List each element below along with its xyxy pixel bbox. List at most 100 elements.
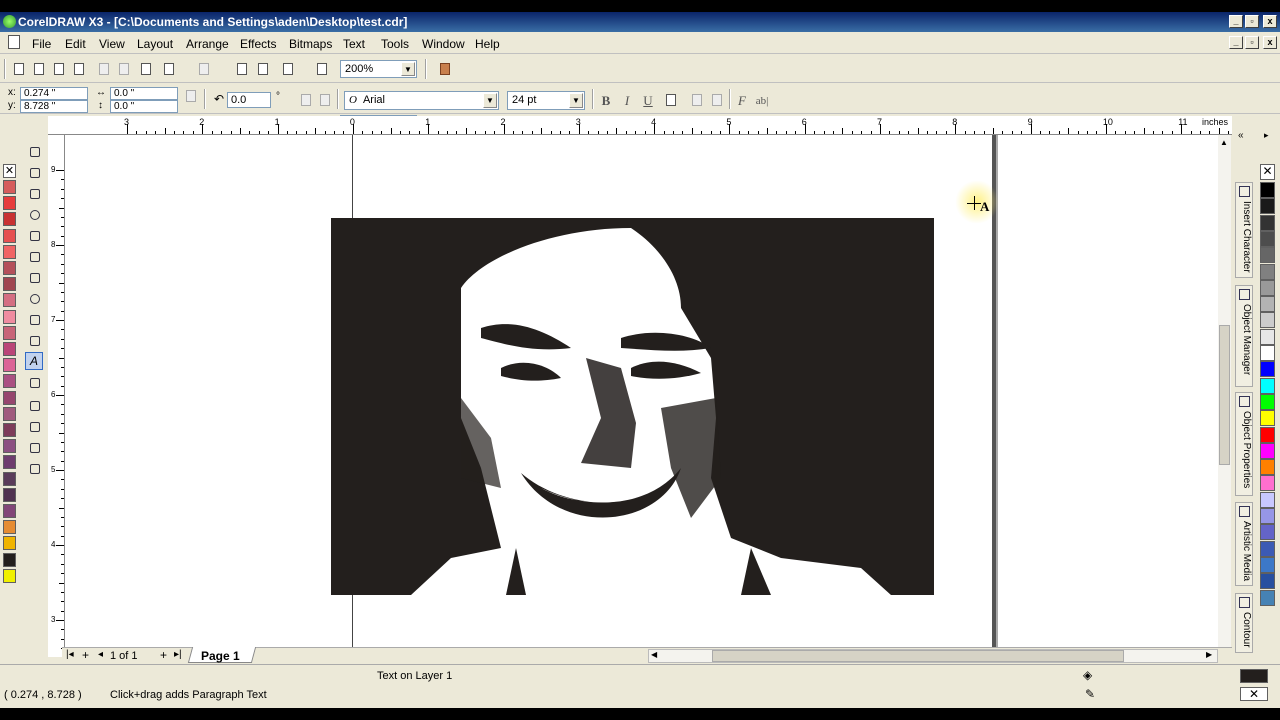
bold-button[interactable]: B (598, 93, 614, 109)
doc-close-button[interactable]: x (1263, 36, 1277, 49)
close-button[interactable]: x (1263, 15, 1277, 28)
mirror-vertical-icon[interactable] (316, 91, 333, 108)
restore-button[interactable]: ▫ (1245, 15, 1259, 28)
menu-layout[interactable]: Layout (137, 37, 173, 51)
menu-arrange[interactable]: Arrange (186, 37, 229, 51)
drawing-canvas[interactable]: A (65, 135, 1218, 657)
horizontal-scroll-thumb[interactable] (712, 650, 1124, 662)
redo-icon[interactable] (195, 60, 212, 77)
color-swatch[interactable] (3, 180, 16, 194)
open-icon[interactable] (30, 60, 47, 77)
color-swatch[interactable] (3, 309, 16, 324)
import-icon[interactable] (233, 60, 250, 77)
menu-view[interactable]: View (99, 37, 125, 51)
fill-color-indicator[interactable] (1240, 669, 1268, 683)
color-swatch[interactable] (3, 342, 16, 356)
width-field[interactable]: 0.0 " (110, 87, 178, 100)
horizontal-ruler[interactable]: inches 3 2 1 0 1 2 3 4 5 6 7 8 9 10 11 (62, 116, 1232, 135)
mirror-horizontal-icon[interactable] (297, 91, 314, 108)
color-swatch[interactable] (3, 228, 16, 243)
chevron-down-icon[interactable]: ▼ (569, 93, 583, 108)
color-swatch[interactable] (1260, 475, 1275, 492)
interactive-fill-tool-icon[interactable] (25, 459, 43, 477)
save-icon[interactable] (50, 60, 67, 77)
zoom-level-combo[interactable]: 200% ▼ (340, 60, 417, 78)
last-page-icon[interactable]: ▸| (174, 649, 182, 660)
color-swatch[interactable] (1260, 377, 1275, 394)
vertical-scrollbar[interactable]: ▲ ▼ (1218, 135, 1231, 657)
docker-tab-object-properties[interactable]: Object Properties (1235, 392, 1253, 496)
y-position-field[interactable]: 8.728 " (20, 100, 88, 113)
menu-window[interactable]: Window (422, 37, 465, 51)
minimize-button[interactable]: _ (1229, 15, 1243, 28)
print-icon[interactable] (70, 60, 87, 77)
menu-text[interactable]: Text (343, 37, 365, 51)
color-swatch[interactable] (1260, 442, 1275, 459)
color-swatch[interactable] (1260, 540, 1275, 557)
color-swatch[interactable] (3, 325, 16, 340)
color-swatch[interactable] (3, 293, 16, 308)
palette-menu-icon[interactable]: ▸ (1264, 130, 1269, 141)
application-launcher-icon[interactable] (279, 60, 296, 77)
color-swatch[interactable] (1260, 328, 1275, 345)
color-swatch[interactable] (1260, 426, 1275, 443)
color-swatch[interactable] (3, 277, 16, 292)
add-page-before-icon[interactable]: + (82, 648, 89, 662)
color-swatch[interactable] (3, 244, 16, 259)
basic-shapes-tool-icon[interactable] (25, 331, 43, 349)
menu-effects[interactable]: Effects (240, 37, 276, 51)
color-swatch[interactable] (3, 212, 16, 227)
color-swatch[interactable] (1260, 198, 1275, 215)
corel-online-icon[interactable] (436, 60, 453, 77)
welcome-screen-icon[interactable] (313, 60, 330, 77)
undo-icon[interactable] (160, 60, 177, 77)
docker-tab-insert-character[interactable]: Insert Character (1235, 182, 1253, 278)
outline-none-indicator[interactable]: ✕ (1240, 687, 1268, 701)
color-swatch[interactable] (3, 196, 16, 211)
underline-button[interactable]: U (640, 93, 656, 109)
color-swatch[interactable] (1260, 491, 1275, 508)
font-size-combo[interactable]: 24 pt ▼ (507, 91, 585, 110)
fill-tool-icon[interactable] (25, 438, 43, 456)
freehand-tool-icon[interactable] (25, 226, 43, 244)
color-swatch[interactable] (1260, 524, 1275, 541)
color-swatch[interactable] (3, 471, 16, 486)
color-swatch[interactable] (1260, 589, 1275, 606)
color-swatch[interactable] (1260, 345, 1275, 361)
export-icon[interactable] (254, 60, 271, 77)
color-swatch[interactable] (1260, 508, 1275, 524)
color-swatch[interactable] (3, 552, 16, 567)
character-formatting-button[interactable]: F (734, 93, 750, 109)
docker-tab-artistic-media[interactable]: Artistic Media (1235, 502, 1253, 586)
color-swatch[interactable] (1260, 214, 1275, 231)
eyedropper-tool-icon[interactable] (25, 396, 43, 414)
align-icon[interactable] (662, 91, 679, 108)
new-icon[interactable] (10, 60, 27, 77)
chevron-down-icon[interactable]: ▼ (401, 62, 415, 76)
color-swatch[interactable] (1260, 296, 1275, 313)
color-swatch[interactable] (3, 504, 16, 518)
color-swatch[interactable] (1260, 279, 1275, 296)
angle-field[interactable]: 0.0 (227, 92, 271, 108)
color-swatch[interactable] (3, 568, 16, 583)
color-swatch[interactable] (1260, 230, 1275, 247)
font-list-combo[interactable]: O Arial ▼ (344, 91, 499, 110)
scroll-right-icon[interactable]: ▶ (1206, 650, 1212, 659)
bullets-icon[interactable] (688, 91, 705, 108)
zoom-tool-icon[interactable] (25, 205, 43, 223)
color-swatch[interactable] (3, 439, 16, 454)
color-swatch[interactable] (1260, 393, 1275, 410)
shape-tool-icon[interactable] (25, 163, 43, 181)
doc-minimize-button[interactable]: _ (1229, 36, 1243, 49)
color-swatch[interactable] (3, 423, 16, 437)
polygon-tool-icon[interactable] (25, 310, 43, 328)
crop-tool-icon[interactable] (25, 184, 43, 202)
add-page-after-icon[interactable]: + (160, 648, 167, 662)
color-swatch[interactable] (3, 487, 16, 502)
color-swatch[interactable] (1260, 459, 1275, 476)
vertical-scroll-thumb[interactable] (1219, 325, 1230, 465)
pick-tool-icon[interactable] (25, 142, 43, 160)
paste-icon[interactable] (137, 60, 154, 77)
coreldraw-app-icon[interactable] (3, 15, 16, 28)
color-swatch[interactable] (1260, 410, 1275, 427)
